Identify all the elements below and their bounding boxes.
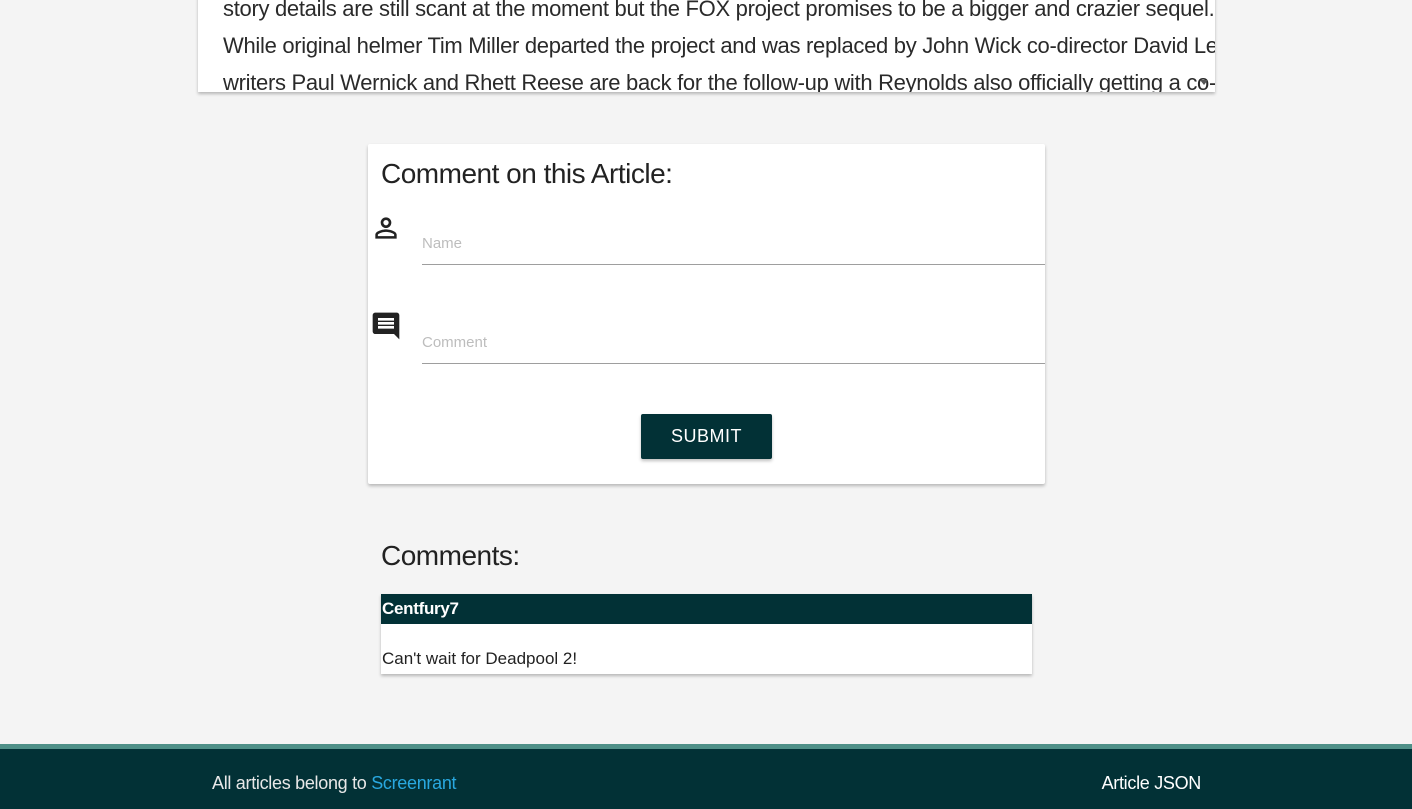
article-line: writers Paul Wernick and Rhett Reese are… [223,70,1215,92]
scroll-down-arrow-icon[interactable] [1200,80,1208,85]
comments-heading: Comments: [381,540,520,571]
comment-text: Can't wait for Deadpool 2! [382,649,578,668]
comment-item: Centfury7 Can't wait for Deadpool 2! [381,594,1032,674]
screenrant-link[interactable]: Screenrant [371,773,456,793]
article-text: story details are still scant at the mom… [223,0,1215,92]
article-line: While original helmer Tim Miller departe… [223,33,1215,58]
name-input[interactable] [422,224,1045,264]
footer: All articles belong to Screenrant Articl… [0,744,1412,809]
comment-icon [370,310,402,347]
article-body-card[interactable]: story details are still scant at the mom… [198,0,1215,92]
comment-form: Comment on this Article: SUBMIT [368,144,1045,484]
footer-credit-text: All articles belong to [212,773,372,793]
name-field[interactable] [422,224,1045,265]
comment-input[interactable] [422,323,1045,363]
article-json-link[interactable]: Article JSON [1102,773,1202,794]
article-line: story details are still scant at the mom… [223,0,1215,21]
submit-button[interactable]: SUBMIT [641,414,772,459]
person-icon [370,212,402,249]
comment-form-title: Comment on this Article: [381,158,673,189]
footer-credit: All articles belong to Screenrant [212,773,457,794]
comment-author: Centfury7 [381,594,1032,624]
comment-field[interactable] [422,323,1045,364]
